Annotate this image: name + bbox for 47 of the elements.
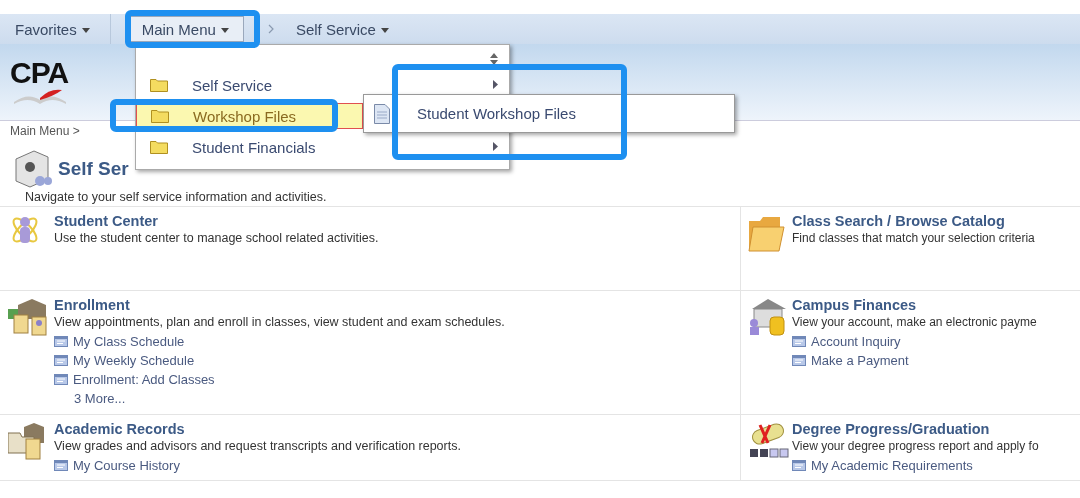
page-link[interactable]: My Class Schedule [73, 334, 185, 349]
caret-icon [220, 27, 229, 33]
tile-title-link[interactable]: Campus Finances [792, 297, 917, 314]
page-title: Self Ser [58, 158, 129, 180]
page-link[interactable]: Account Inquiry [811, 334, 901, 349]
tile-description: Find classes that match your selection criteria [792, 230, 1035, 246]
tile-description: View your degree progress report and apply fo [792, 438, 1039, 454]
page-link[interactable]: Enrollment: Add Classes [73, 372, 215, 387]
tile-description: View appointments, plan and enroll in classes, view student and exam schedules. [54, 314, 505, 330]
folder-icon [150, 140, 168, 154]
building-document-icon [8, 297, 50, 337]
document-icon [374, 103, 390, 124]
page-link[interactable]: My Weekly Schedule [73, 353, 195, 368]
caret-icon [380, 27, 389, 33]
self-service-menu[interactable]: Self Service [295, 20, 389, 38]
more-link[interactable]: 3 More... [74, 391, 126, 406]
folder-icon [151, 109, 169, 123]
submenu-item[interactable]: Student Workshop Files [364, 95, 734, 132]
page-icon [792, 355, 806, 366]
submenu-arrow-icon [493, 80, 498, 89]
tile-title-link[interactable]: Student Center [54, 213, 158, 230]
page-icon [54, 355, 68, 366]
page-icon [54, 460, 68, 471]
page-link[interactable]: My Course History [73, 458, 180, 473]
page-link[interactable]: Make a Payment [811, 353, 909, 368]
logo-text: CPA [10, 58, 69, 88]
page-icon [54, 336, 68, 347]
folder-icon [150, 78, 168, 92]
page-icon [792, 336, 806, 347]
menu-item[interactable]: Student Financials [136, 134, 509, 160]
scroll-arrows-icon[interactable] [490, 53, 498, 65]
tile-title-link[interactable]: Academic Records [54, 421, 185, 438]
menu-item[interactable]: Self Service [136, 72, 509, 98]
page-icon [792, 460, 806, 471]
caret-icon [81, 27, 90, 33]
page-link[interactable]: My Academic Requirements [811, 458, 973, 473]
tile-title-link[interactable]: Enrollment [54, 297, 130, 314]
submenu-arrow-icon [493, 142, 498, 151]
tile-title-link[interactable]: Degree Progress/Graduation [792, 421, 990, 438]
favorites-menu[interactable]: Favorites [15, 20, 90, 38]
page-icon [54, 374, 68, 385]
tile-description: View your account, make an electronic payme [792, 314, 1037, 330]
tile-title-link[interactable]: Class Search / Browse Catalog [792, 213, 1005, 230]
chevron-icon [267, 24, 274, 34]
tile-description: Use the student center to manage school related activities. [54, 230, 379, 246]
tile-description: View grades and advisors and request transcripts and verification reports. [54, 438, 461, 454]
page-description: Navigate to your self service information and activities. [24, 189, 328, 206]
